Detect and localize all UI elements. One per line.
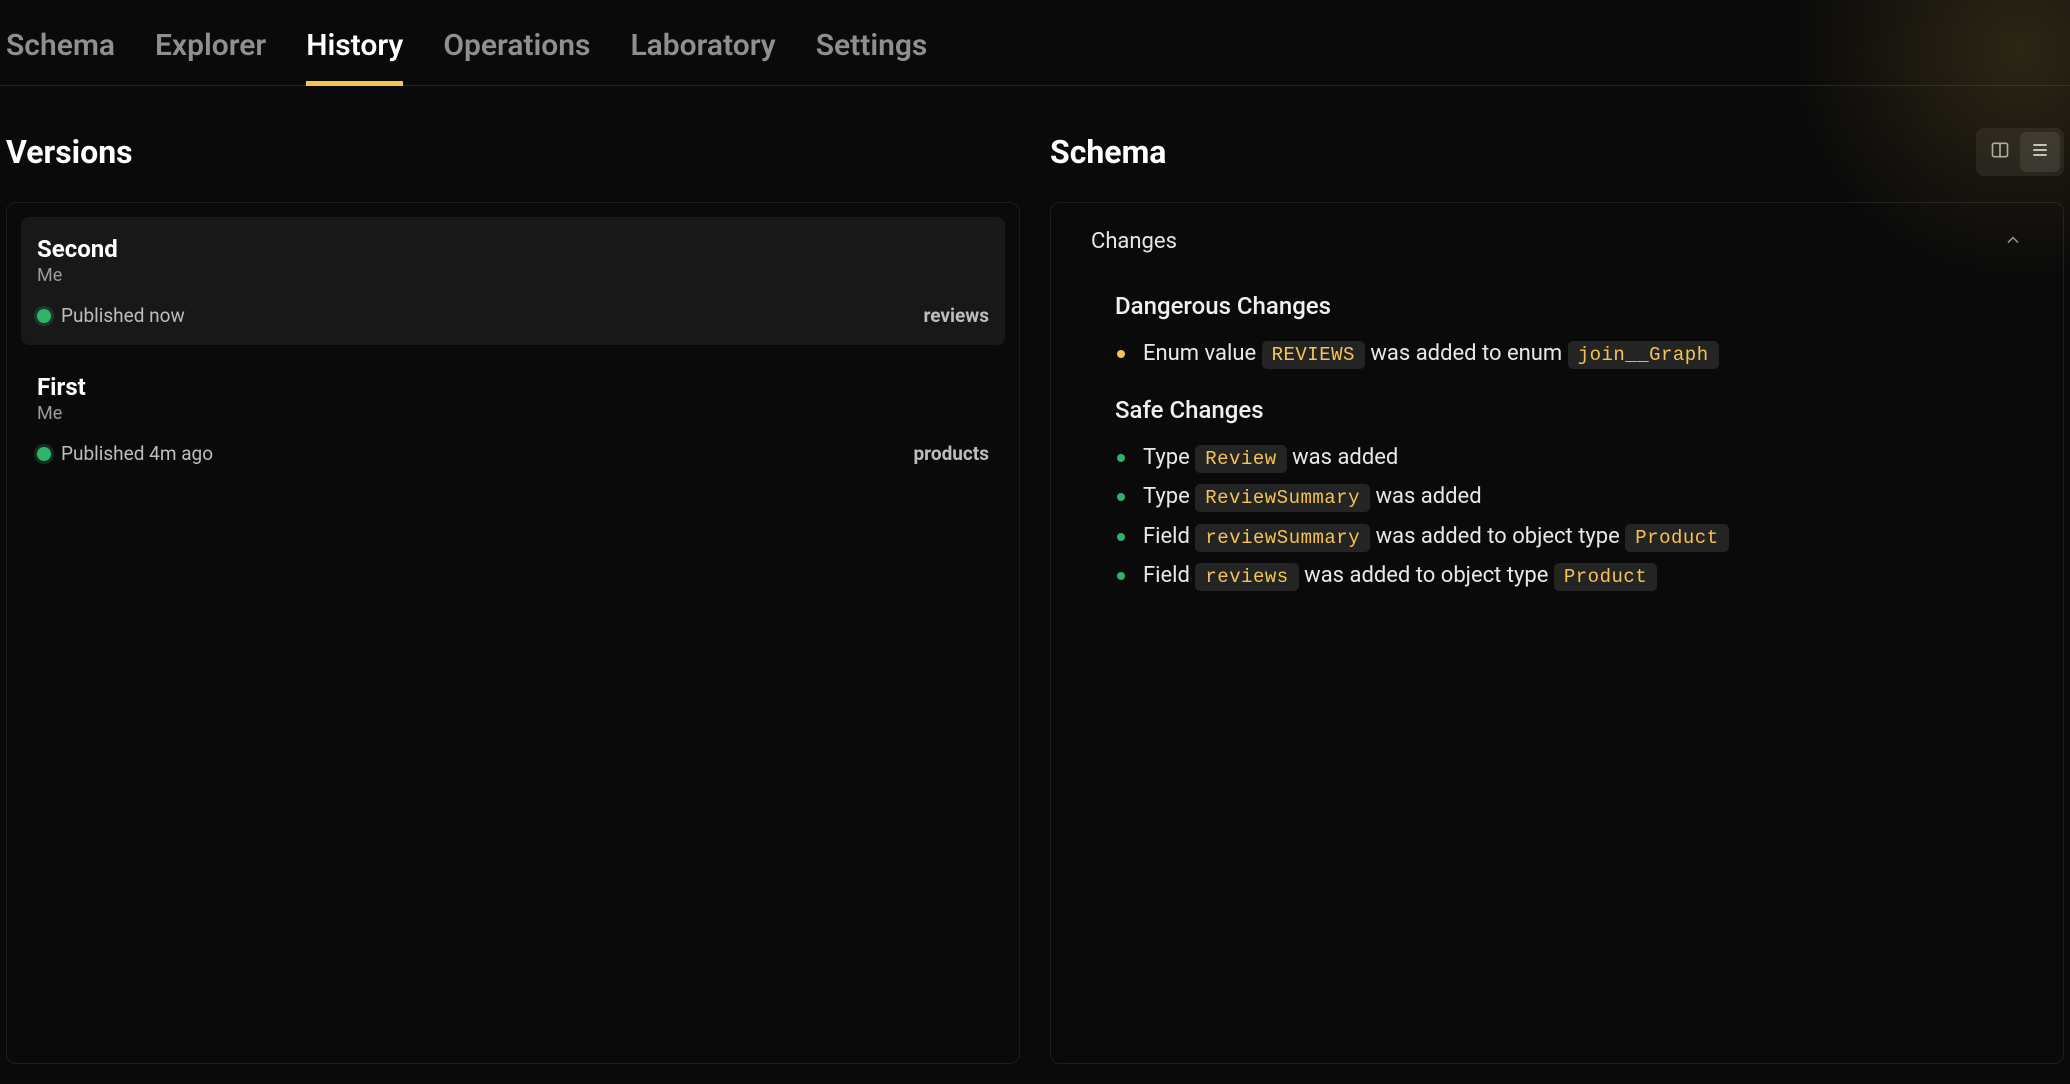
view-toggle (1976, 128, 2064, 176)
change-text: was added to enum (1365, 341, 1568, 366)
chevron-up-icon (2003, 230, 2023, 254)
change-text: Field (1143, 563, 1195, 588)
version-tag: reviews (923, 304, 989, 327)
versions-header: Versions (6, 126, 1020, 178)
main-tabs: Schema Explorer History Operations Laborator… (0, 0, 2070, 86)
view-list-button[interactable] (2020, 132, 2060, 172)
version-status-text: Published now (61, 304, 185, 327)
change-item: Field reviews was added to object type P… (1139, 556, 2023, 596)
version-author: Me (37, 265, 989, 286)
change-item: Enum value REVIEWS was added to enum joi… (1139, 334, 2023, 374)
version-meta-row: Published 4m ago products (37, 442, 989, 465)
version-status: Published now (37, 304, 185, 327)
tab-explorer[interactable]: Explorer (155, 18, 266, 85)
change-text: was added (1370, 484, 1482, 509)
change-text: Enum value (1143, 341, 1262, 366)
version-name: Second (37, 235, 989, 263)
changes-label: Changes (1091, 229, 1177, 254)
view-columns-button[interactable] (1980, 132, 2020, 172)
tab-history[interactable]: History (306, 18, 403, 85)
change-item: Type Review was added (1139, 438, 2023, 478)
tab-laboratory[interactable]: Laboratory (630, 18, 775, 85)
version-meta-row: Published now reviews (37, 304, 989, 327)
version-tag: products (913, 442, 989, 465)
schema-header: Schema (1050, 126, 2064, 178)
code-token: Review (1195, 445, 1286, 473)
changes-toggle[interactable]: Changes (1051, 203, 2063, 272)
versions-title: Versions (6, 133, 133, 171)
schema-panel: Changes Dangerous Changes Enum value REV… (1050, 202, 2064, 1064)
dangerous-changes-title: Dangerous Changes (1115, 292, 2023, 320)
schema-title: Schema (1050, 133, 1166, 171)
dangerous-changes-list: Enum value REVIEWS was added to enum joi… (1115, 334, 2023, 374)
change-text: Type (1143, 445, 1195, 470)
code-token: REVIEWS (1262, 341, 1365, 369)
change-item: Field reviewSummary was added to object … (1139, 517, 2023, 557)
tab-operations[interactable]: Operations (443, 18, 590, 85)
versions-panel: SecondMePublished nowreviewsFirstMePubli… (6, 202, 1020, 1064)
status-dot-icon (37, 447, 51, 461)
schema-column: Schema (1050, 126, 2064, 1064)
tab-settings[interactable]: Settings (816, 18, 928, 85)
change-text: was added (1287, 445, 1399, 470)
change-text: was added to object type (1299, 563, 1554, 588)
version-author: Me (37, 403, 989, 424)
version-status: Published 4m ago (37, 442, 213, 465)
code-token: ReviewSummary (1195, 484, 1370, 512)
code-token: join__Graph (1568, 341, 1719, 369)
version-card[interactable]: FirstMe Published 4m ago products (21, 355, 1005, 483)
content-area: Versions SecondMePublished nowreviewsFir… (0, 86, 2070, 1070)
versions-column: Versions SecondMePublished nowreviewsFir… (6, 126, 1020, 1064)
list-icon (2030, 140, 2050, 164)
code-token: Product (1625, 524, 1728, 552)
version-card[interactable]: SecondMe Published now reviews (21, 217, 1005, 345)
status-dot-icon (37, 309, 51, 323)
changes-body: Dangerous Changes Enum value REVIEWS was… (1051, 272, 2063, 626)
version-name: First (37, 373, 989, 401)
code-token: Product (1554, 563, 1657, 591)
safe-changes-list: Type Review was addedType ReviewSummary … (1115, 438, 2023, 596)
columns-icon (1990, 140, 2010, 164)
change-text: Field (1143, 524, 1195, 549)
safe-changes-title: Safe Changes (1115, 396, 2023, 424)
change-text: was added to object type (1370, 524, 1625, 549)
version-status-text: Published 4m ago (61, 442, 213, 465)
change-item: Type ReviewSummary was added (1139, 477, 2023, 517)
change-text: Type (1143, 484, 1195, 509)
code-token: reviewSummary (1195, 524, 1370, 552)
code-token: reviews (1195, 563, 1298, 591)
tab-schema[interactable]: Schema (6, 18, 115, 85)
